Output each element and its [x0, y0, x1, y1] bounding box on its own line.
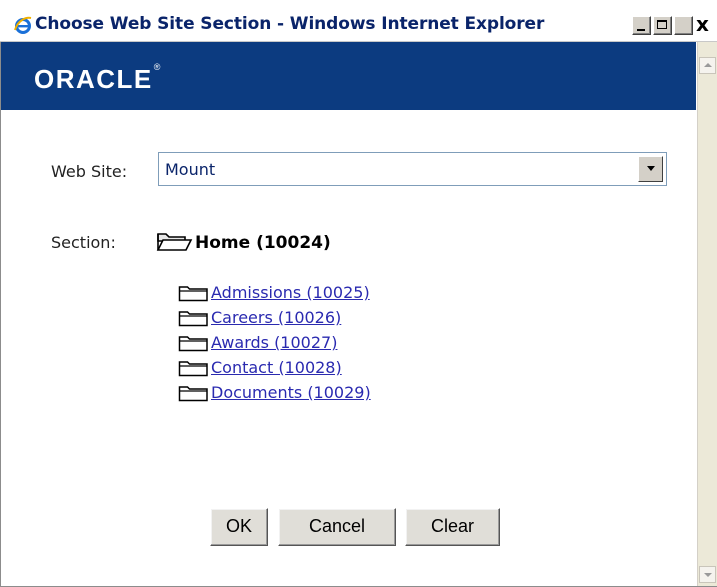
website-dropdown-button[interactable] — [638, 156, 663, 182]
maximize-button[interactable] — [653, 16, 672, 35]
cancel-button[interactable]: Cancel — [278, 508, 396, 546]
folder-icon — [178, 361, 208, 377]
open-folder-icon — [156, 233, 193, 251]
section-link[interactable]: Documents (10029) — [211, 383, 371, 402]
folder-icon — [178, 386, 208, 402]
section-label: Section: — [51, 233, 116, 252]
internet-explorer-icon — [14, 16, 32, 34]
close-button[interactable] — [674, 16, 693, 35]
website-label: Web Site: — [51, 162, 128, 181]
scroll-up-button[interactable] — [699, 57, 716, 74]
section-link[interactable]: Awards (10027) — [211, 333, 337, 352]
clear-button[interactable]: Clear — [405, 508, 500, 546]
ok-button[interactable]: OK — [210, 508, 268, 546]
section-link[interactable]: Contact (10028) — [211, 358, 342, 377]
website-select-value: Mount — [165, 160, 216, 179]
section-link[interactable]: Careers (10026) — [211, 308, 341, 327]
oracle-logo: ORACLE® — [34, 62, 162, 95]
vertical-scrollbar[interactable] — [697, 42, 717, 586]
folder-icon — [178, 286, 208, 302]
close-icon[interactable]: x — [696, 13, 709, 35]
minimize-button[interactable] — [632, 16, 651, 35]
folder-icon — [178, 336, 208, 352]
home-section-label: Home (10024) — [195, 233, 331, 253]
window-title: Choose Web Site Section - Windows Intern… — [35, 14, 545, 34]
logo-mark: ® — [153, 62, 162, 72]
website-select[interactable]: Mount — [158, 152, 667, 186]
logo-text: ORACLE — [34, 64, 153, 94]
chevron-down-icon — [704, 573, 712, 577]
dropdown-arrow-icon — [647, 166, 655, 171]
folder-icon — [178, 311, 208, 327]
maximize-icon — [657, 20, 667, 29]
scroll-down-button[interactable] — [699, 566, 716, 583]
chevron-up-icon — [704, 63, 712, 67]
section-link[interactable]: Admissions (10025) — [211, 283, 370, 302]
minimize-icon — [637, 29, 645, 31]
title-bar: Choose Web Site Section - Windows Intern… — [0, 0, 717, 42]
